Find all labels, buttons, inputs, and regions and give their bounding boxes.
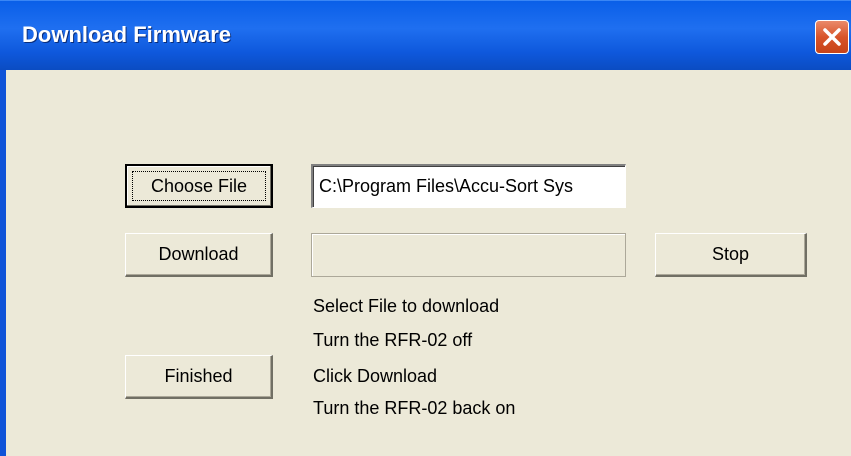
window-title: Download Firmware	[22, 22, 232, 47]
download-progress-bar	[311, 233, 626, 277]
close-icon	[823, 28, 841, 46]
close-button[interactable]	[815, 20, 849, 54]
title-bar[interactable]: Download Firmware	[0, 0, 851, 70]
choose-file-button[interactable]: Choose File	[125, 164, 273, 208]
finished-button[interactable]: Finished	[125, 355, 273, 399]
download-button[interactable]: Download	[125, 233, 273, 277]
instruction-line: Select File to download	[313, 296, 500, 316]
stop-button[interactable]: Stop	[655, 233, 807, 277]
instruction-line: Turn the RFR-02 back on	[313, 398, 516, 418]
choose-file-label: Choose File	[132, 171, 266, 201]
instruction-line: Turn the RFR-02 off	[313, 330, 473, 350]
file-path-field[interactable]: C:\Program Files\Accu-Sort Sys	[311, 164, 626, 208]
download-firmware-window: Download Firmware Choose File C:\Program…	[0, 0, 851, 456]
instruction-line: Click Download	[313, 366, 438, 386]
